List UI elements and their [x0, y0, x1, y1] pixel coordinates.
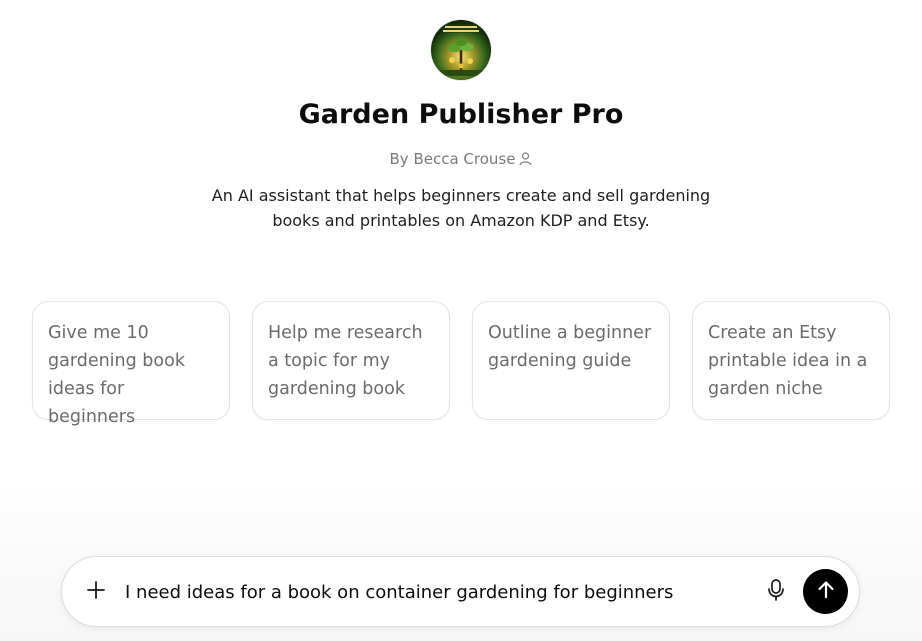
author-name: By Becca Crouse [389, 150, 516, 168]
author-byline[interactable]: By Becca Crouse [0, 150, 922, 170]
gpt-avatar [431, 20, 491, 80]
gpt-description: An AI assistant that helps beginners cre… [211, 186, 711, 230]
conversation-starter[interactable]: Outline a beginner gardening guide [472, 301, 670, 420]
conversation-starter[interactable]: Create an Etsy printable idea in a garde… [692, 301, 890, 420]
message-composer [61, 556, 860, 627]
gpt-landing-page: Garden Publisher Pro By Becca Crouse An … [0, 0, 922, 641]
attach-button[interactable] [79, 575, 113, 609]
gpt-title: Garden Publisher Pro [298, 99, 624, 130]
microphone-icon [766, 578, 786, 606]
conversation-starter[interactable]: Help me research a topic for my gardenin… [252, 301, 450, 420]
send-button[interactable] [803, 569, 848, 614]
plus-icon [85, 579, 107, 605]
dictate-button[interactable] [759, 575, 793, 609]
prompt-input[interactable] [125, 576, 745, 608]
arrow-up-icon [815, 579, 837, 605]
book-cover-avatar-icon [431, 20, 491, 80]
person-icon [519, 152, 533, 170]
conversation-starter[interactable]: Give me 10 gardening book ideas for begi… [32, 301, 230, 427]
